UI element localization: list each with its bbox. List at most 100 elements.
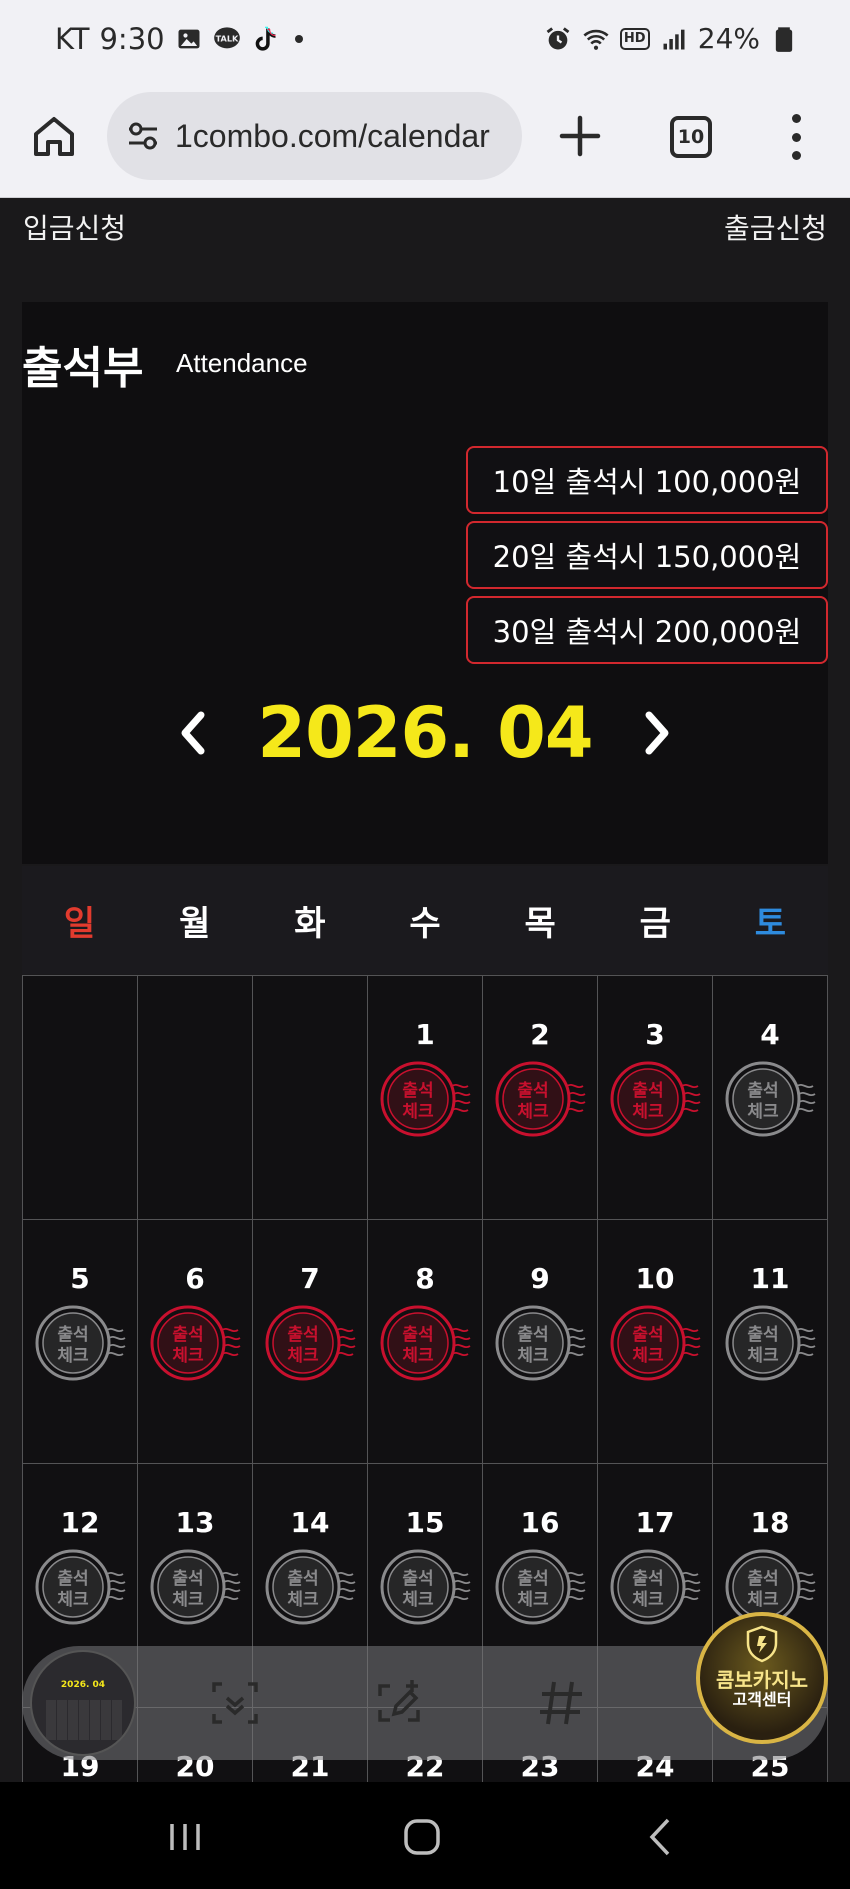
stamp-text-top: 출석: [632, 1569, 663, 1589]
attendance-title: 출석부: [22, 343, 144, 394]
day-number: 11: [750, 1262, 790, 1295]
attendance-stamp-unchecked-icon: 출석체크: [380, 1549, 471, 1625]
site-settings-icon[interactable]: [125, 118, 161, 154]
weekday-sat: 토: [754, 903, 787, 944]
notification-dot-icon: [294, 35, 303, 43]
day-number: 13: [175, 1506, 215, 1539]
weekday-wed: 수: [409, 903, 441, 944]
kakaotalk-icon: TALK: [213, 25, 241, 53]
deposit-link[interactable]: 입금신청: [23, 207, 126, 247]
calendar-day-cell[interactable]: 11 출석 체크: [713, 1220, 828, 1464]
address-bar[interactable]: 1combo.com/calendar: [107, 92, 522, 180]
weekday-sun: 일: [63, 903, 96, 944]
prev-month-button[interactable]: [173, 703, 213, 763]
tiktok-icon: [251, 25, 279, 53]
calendar-day-cell[interactable]: 4 출석 체크: [713, 976, 828, 1220]
stamp-text-top: 출석: [402, 1081, 433, 1101]
recent-apps-button[interactable]: [160, 1812, 210, 1862]
attendance-stamp-unchecked-icon: 출석체크: [35, 1305, 126, 1381]
day-number: 1: [415, 1018, 435, 1051]
calendar-day-cell[interactable]: 5 출석 체크: [23, 1220, 138, 1464]
calendar-day-cell[interactable]: 9 출석 체크: [483, 1220, 598, 1464]
stamp-text-top: 출석: [172, 1325, 203, 1345]
calendar-day-cell[interactable]: 3 출석 체크: [598, 976, 713, 1220]
stamp-text-top: 출석: [287, 1325, 318, 1345]
hd-voice-icon: HD: [619, 27, 650, 50]
edit-capture-button[interactable]: [372, 1676, 426, 1730]
day-number: 12: [60, 1506, 100, 1539]
stamp-text-bottom: 체크: [172, 1590, 204, 1610]
reward-30-days: 30일 출석시 200,000원: [466, 596, 828, 664]
customer-support-badge[interactable]: 콤보카지노 고객센터: [696, 1612, 828, 1744]
alarm-icon: [544, 25, 572, 53]
day-number: 5: [70, 1262, 90, 1295]
day-number: 3: [645, 1018, 665, 1051]
weekday-thu: 목: [524, 903, 556, 944]
calendar-day-cell[interactable]: 7 출석 체크: [253, 1220, 368, 1464]
day-number: 6: [185, 1262, 205, 1295]
reward-20-days: 20일 출석시 150,000원: [466, 521, 828, 589]
stamp-text-top: 출석: [517, 1081, 548, 1101]
stamp-text-top: 출석: [517, 1325, 548, 1345]
withdraw-link[interactable]: 출금신청: [724, 207, 827, 247]
recent-apps-icon: [170, 1824, 200, 1850]
support-label: 고객센터: [732, 1690, 792, 1710]
tag-button[interactable]: [534, 1676, 588, 1730]
attendance-stamp-checked-icon: 출석체크: [610, 1305, 701, 1381]
weekday-mon: 월: [179, 903, 211, 944]
home-icon: [34, 117, 74, 156]
battery-icon: [770, 25, 798, 53]
attendance-stamp-checked-icon: 출석체크: [495, 1061, 586, 1137]
system-nav-bar: [0, 1782, 850, 1889]
calendar-day-cell[interactable]: 10 출석 체크: [598, 1220, 713, 1464]
day-number: 16: [520, 1506, 560, 1539]
attendance-stamp-checked-icon: 출석체크: [610, 1061, 701, 1137]
chevron-right-icon: [645, 711, 669, 755]
calendar-empty-cell: [138, 976, 253, 1220]
menu-dot-icon: [791, 132, 801, 142]
menu-dot-icon: [791, 114, 801, 123]
gallery-icon: [175, 25, 203, 53]
calendar-day-cell[interactable]: 6 출석 체크: [138, 1220, 253, 1464]
calendar-day-cell[interactable]: 8 출석 체크: [368, 1220, 483, 1464]
day-number: 2: [530, 1018, 550, 1051]
stamp-text-top: 출석: [57, 1325, 88, 1345]
back-button[interactable]: [636, 1812, 686, 1862]
attendance-stamp-unchecked-icon: 출석체크: [725, 1305, 816, 1381]
next-month-button[interactable]: [637, 703, 677, 763]
stamp-text-bottom: 체크: [747, 1346, 779, 1366]
attendance-stamp-checked-icon: 출석체크: [150, 1305, 241, 1381]
scroll-capture-button[interactable]: [208, 1676, 262, 1730]
stamp-text-top: 출석: [747, 1569, 778, 1589]
stamp-text-bottom: 체크: [57, 1346, 89, 1366]
stamp-text-bottom: 체크: [402, 1590, 434, 1610]
stamp-text-bottom: 체크: [287, 1346, 319, 1366]
calendar-empty-cell: [253, 976, 368, 1220]
home-button[interactable]: [397, 1812, 447, 1862]
browser-home-button[interactable]: [30, 112, 78, 160]
tab-switcher-button[interactable]: 10: [670, 116, 712, 158]
menu-dot-icon: [791, 151, 801, 160]
stamp-text-bottom: 체크: [57, 1590, 89, 1610]
stamp-text-bottom: 체크: [172, 1346, 204, 1366]
attendance-subtitle: Attendance: [176, 348, 308, 378]
stamp-text-bottom: 체크: [517, 1102, 549, 1122]
stamp-text-top: 출석: [517, 1569, 548, 1589]
attendance-stamp-unchecked-icon: 출석체크: [725, 1061, 816, 1137]
thumbnail-month: 2026. 04: [60, 1680, 106, 1690]
calendar-day-cell[interactable]: 1 출석 체크: [368, 976, 483, 1220]
day-number: 18: [750, 1506, 790, 1539]
top-nav: 입금신청 출금신청: [0, 199, 850, 249]
calendar-day-cell[interactable]: 2 출석 체크: [483, 976, 598, 1220]
browser-menu-button[interactable]: [784, 114, 808, 160]
weekday-tue: 화: [294, 903, 326, 944]
new-tab-button[interactable]: [556, 112, 604, 160]
stamp-text-top: 출석: [402, 1325, 433, 1345]
attendance-stamp-unchecked-icon: 출석체크: [35, 1549, 126, 1625]
battery-percent: 24%: [697, 22, 760, 55]
attendance-stamp-unchecked-icon: 출석체크: [610, 1549, 701, 1625]
day-number: 7: [300, 1262, 320, 1295]
screenshot-thumbnail[interactable]: 2026. 04: [30, 1650, 136, 1756]
url-text[interactable]: 1combo.com/calendar: [175, 118, 490, 155]
stamp-text-top: 출석: [172, 1569, 203, 1589]
